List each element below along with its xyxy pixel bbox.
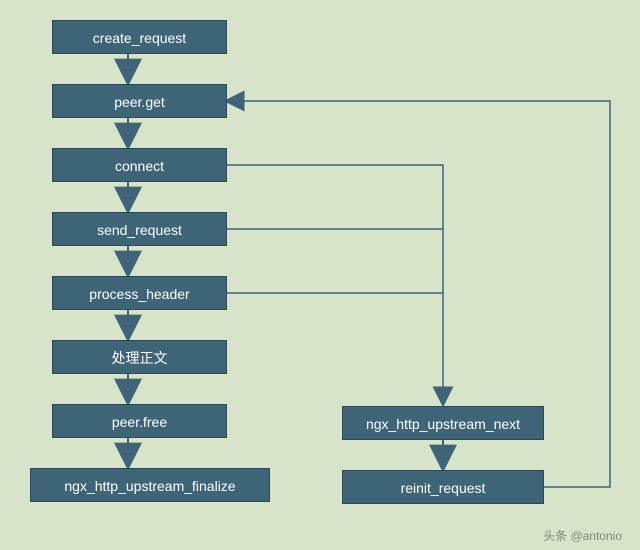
node-process-body: 处理正文 [52, 340, 227, 374]
node-upstream-next: ngx_http_upstream_next [342, 406, 544, 440]
node-connect: connect [52, 148, 227, 182]
node-label: send_request [97, 222, 182, 238]
footer-credit: 头条 @antonio [543, 527, 622, 544]
diagram-stage: create_request peer.get connect send_req… [0, 0, 640, 550]
node-send-request: send_request [52, 212, 227, 246]
node-label: connect [115, 158, 164, 174]
node-label: ngx_http_upstream_next [366, 416, 520, 432]
node-finalize: ngx_http_upstream_finalize [30, 468, 270, 502]
node-label: peer.free [112, 414, 167, 430]
edge-connect-to-next [227, 165, 443, 404]
node-label: 处理正文 [112, 350, 168, 366]
node-reinit-request: reinit_request [342, 470, 544, 504]
node-label: ngx_http_upstream_finalize [64, 478, 235, 494]
node-label: create_request [93, 30, 186, 46]
node-process-header: process_header [52, 276, 227, 310]
node-label: peer.get [114, 94, 165, 110]
node-create-request: create_request [52, 20, 227, 54]
node-label: process_header [89, 286, 189, 302]
node-peer-get: peer.get [52, 84, 227, 118]
node-peer-free: peer.free [52, 404, 227, 438]
node-label: reinit_request [401, 480, 486, 496]
